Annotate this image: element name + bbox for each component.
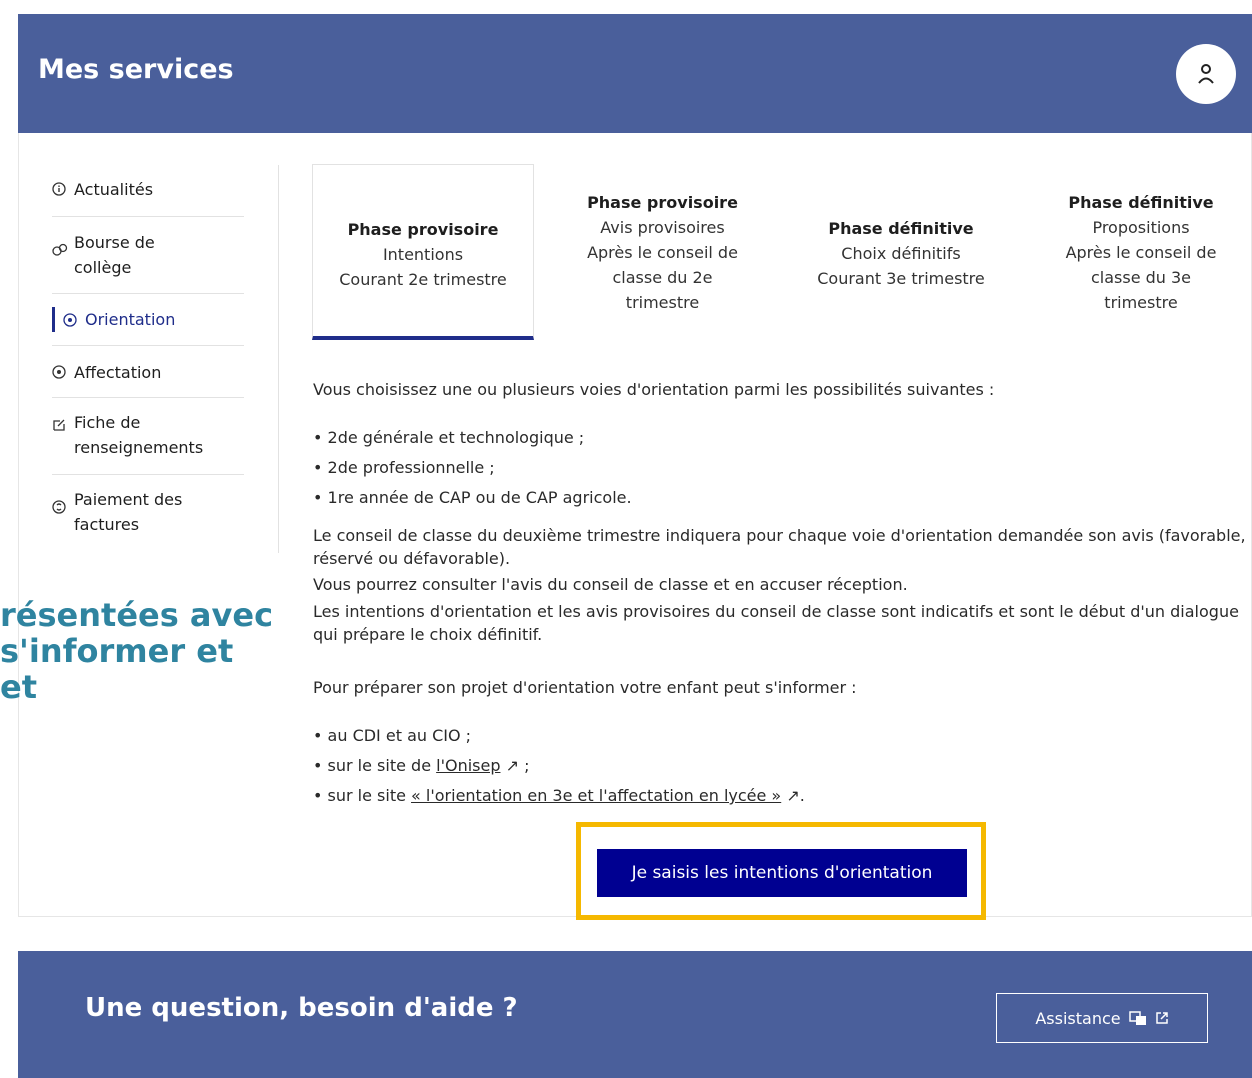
tab-subtitle: Intentions — [382, 245, 464, 264]
list-item-text: au CDI et au CIO ; — [327, 726, 472, 745]
sidebar-item-fiche[interactable]: Fiche de renseignements — [52, 398, 244, 475]
paragraph: Les intentions d'orientation et les avis… — [313, 602, 1239, 644]
submit-intentions-button[interactable]: Je saisis les intentions d'orientation — [597, 849, 967, 897]
sidebar-nav: Actualités Bourse de collège Orientation… — [52, 165, 244, 552]
page-title: Mes services — [38, 54, 234, 85]
sidebar-item-label: Orientation — [85, 310, 176, 329]
list-item: • sur le site « l'orientation en 3e et l… — [313, 786, 805, 805]
header-banner: Mes services — [18, 14, 1252, 133]
sidebar-item-label: Paiement des factures — [74, 490, 183, 534]
tab-title: Phase définitive — [828, 219, 974, 238]
compass-icon — [52, 360, 74, 379]
tab-phase-avis-provisoires[interactable]: Phase provisoire Avis provisoires Après … — [575, 190, 750, 315]
intro-text: Vous choisissez une ou plusieurs voies d… — [313, 380, 995, 399]
user-icon — [1198, 64, 1214, 84]
help-footer: Une question, besoin d'aide ? Assistance — [18, 951, 1252, 1078]
tab-period: Après le conseil de classe du 3e trimest… — [1065, 243, 1217, 312]
user-account-button[interactable] — [1176, 44, 1236, 104]
orientation-site-link[interactable]: « l'orientation en 3e et l'affectation e… — [411, 786, 781, 805]
sidebar-item-label: Fiche de renseignements — [74, 413, 204, 457]
tab-title: Phase définitive — [1068, 193, 1214, 212]
list-item: • 2de professionnelle ; — [313, 458, 495, 477]
compass-icon — [63, 312, 85, 327]
list-item: • 1re année de CAP ou de CAP agricole. — [313, 488, 632, 507]
euro-coins-icon — [52, 230, 74, 257]
assistance-button[interactable]: Assistance — [996, 993, 1208, 1043]
assistance-label: Assistance — [1035, 1008, 1121, 1028]
sidebar-item-label: Affectation — [74, 363, 162, 382]
list-item: • au CDI et au CIO ; — [313, 726, 472, 745]
sidebar-item-actualites[interactable]: Actualités — [52, 165, 244, 217]
tab-title: Phase provisoire — [347, 220, 499, 239]
list-item-text: sur le site de — [327, 756, 437, 775]
info-circle-icon — [52, 177, 74, 196]
tab-period: Courant 3e trimestre — [817, 269, 985, 288]
tab-period: Courant 2e trimestre — [339, 270, 507, 289]
onisep-link[interactable]: l'Onisep — [436, 756, 500, 775]
sidebar-divider — [278, 165, 279, 553]
list-item: • sur le site de l'Onisep ↗ ; — [313, 756, 530, 775]
list-item-text: 2de professionnelle ; — [327, 458, 495, 477]
external-link-icon: ↗ — [505, 756, 519, 775]
sidebar-item-label: Bourse de collège — [74, 233, 155, 277]
tab-period: Après le conseil de classe du 2e trimest… — [587, 243, 738, 312]
sidebar-item-orientation[interactable]: Orientation — [52, 294, 244, 346]
active-indicator: Orientation — [52, 307, 175, 332]
external-link-icon — [1155, 1012, 1168, 1024]
external-link-icon: ↗ — [786, 786, 800, 805]
tab-subtitle: Propositions — [1092, 218, 1190, 237]
prep-text: Pour préparer son projet d'orientation v… — [313, 678, 857, 697]
overlay-line: s'informer et — [0, 632, 234, 670]
payment-icon — [52, 487, 74, 514]
overlay-line: et — [0, 668, 37, 706]
support-icon — [1128, 1011, 1146, 1025]
tab-subtitle: Avis provisoires — [600, 218, 725, 237]
list-item-text: 2de générale et technologique ; — [327, 428, 585, 447]
tab-subtitle: Choix définitifs — [841, 244, 961, 263]
sidebar-item-bourse[interactable]: Bourse de collège — [52, 217, 244, 294]
list-item: • 2de générale et technologique ; — [313, 428, 585, 447]
paragraph: Le conseil de classe du deuxième trimest… — [313, 526, 1246, 568]
sidebar-item-label: Actualités — [74, 180, 154, 199]
paragraph: Vous pourrez consulter l'avis du conseil… — [313, 575, 908, 594]
tab-phase-propositions[interactable]: Phase définitive Propositions Après le c… — [1055, 190, 1227, 315]
sidebar-item-paiement[interactable]: Paiement des factures — [52, 475, 244, 552]
tab-phase-choix-definitifs[interactable]: Phase définitive Choix définitifs Couran… — [805, 216, 997, 291]
overlay-caption: résentées avec s'informer et et — [0, 597, 273, 705]
edit-icon — [52, 410, 74, 432]
sidebar-item-affectation[interactable]: Affectation — [52, 346, 244, 398]
help-title: Une question, besoin d'aide ? — [85, 993, 518, 1023]
tab-title: Phase provisoire — [587, 193, 738, 212]
list-item-text: 1re année de CAP ou de CAP agricole. — [327, 488, 632, 507]
tab-phase-intentions[interactable]: Phase provisoire Intentions Courant 2e t… — [312, 164, 534, 340]
overlay-line: résentées avec — [0, 596, 274, 634]
list-item-text: sur le site — [327, 786, 412, 805]
